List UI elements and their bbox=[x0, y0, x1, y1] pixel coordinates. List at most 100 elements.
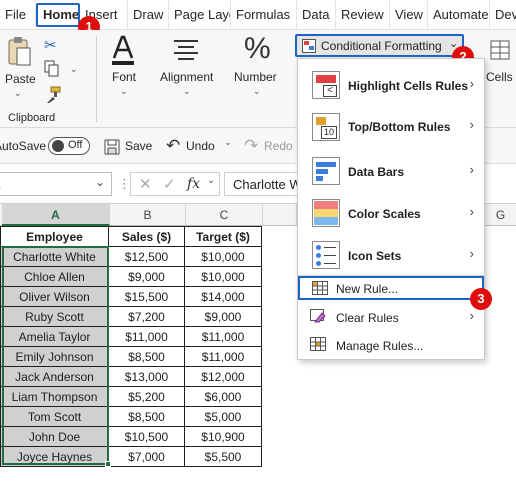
tab-file[interactable]: File bbox=[0, 0, 36, 30]
column-header-d[interactable] bbox=[263, 204, 297, 226]
font-chevron-icon[interactable]: ⌄ bbox=[120, 86, 128, 97]
font-group-button[interactable] bbox=[110, 34, 136, 66]
cell-target[interactable]: $14,000 bbox=[184, 286, 262, 307]
tab-home-label: Home bbox=[43, 7, 80, 22]
redo-icon[interactable]: ↷ bbox=[244, 136, 258, 156]
cell-target[interactable]: $9,000 bbox=[184, 306, 262, 327]
tab-formulas[interactable]: Formulas bbox=[231, 0, 297, 30]
insert-function-icon[interactable]: fx bbox=[187, 176, 200, 192]
cell-target[interactable]: $5,000 bbox=[184, 406, 262, 427]
cell-sales[interactable]: $7,000 bbox=[108, 446, 185, 467]
menu-item-icon-sets[interactable]: Icon Sets › bbox=[298, 237, 484, 273]
tab-automate-label: Automate bbox=[433, 7, 489, 22]
cell-target[interactable]: $10,000 bbox=[184, 246, 262, 267]
cell-employee[interactable]: Ruby Scott bbox=[0, 306, 109, 327]
fx-chevron-icon[interactable]: ⌄ bbox=[207, 175, 215, 186]
cell-sales[interactable]: $10,500 bbox=[108, 426, 185, 447]
menu-item-label: Top/Bottom Rules bbox=[348, 120, 451, 134]
copy-chevron-icon[interactable]: ⌄ bbox=[70, 64, 78, 75]
cell-sales[interactable]: $7,200 bbox=[108, 306, 185, 327]
cell-target[interactable]: $5,500 bbox=[184, 446, 262, 467]
menu-item-color-scales[interactable]: Color Scales › bbox=[298, 195, 484, 231]
cell-sales[interactable]: $13,000 bbox=[108, 366, 185, 387]
paste-button[interactable] bbox=[6, 36, 32, 68]
tab-review[interactable]: Review bbox=[336, 0, 390, 30]
table-row: Charlotte White $12,500 $10,000 bbox=[0, 246, 262, 267]
cell-employee[interactable]: Amelia Taylor bbox=[0, 326, 109, 347]
tab-page-layout[interactable]: Page Layout bbox=[169, 0, 231, 30]
tab-home[interactable]: Home bbox=[36, 3, 80, 27]
tab-draw[interactable]: Draw bbox=[128, 0, 169, 30]
save-label[interactable]: Save bbox=[125, 139, 152, 153]
column-header-c[interactable]: C bbox=[186, 204, 263, 226]
cell-employee[interactable]: Liam Thompson bbox=[0, 386, 109, 407]
formula-input-value: Charlotte White bbox=[233, 177, 303, 192]
cell-sales[interactable]: $8,500 bbox=[108, 346, 185, 367]
header-sales[interactable]: Sales ($) bbox=[108, 226, 185, 247]
number-chevron-icon[interactable]: ⌄ bbox=[253, 86, 261, 97]
cells-group-button[interactable] bbox=[490, 40, 510, 60]
menu-item-label: Highlight Cells Rules bbox=[348, 79, 469, 93]
ribbon-separator bbox=[96, 36, 97, 122]
menu-item-top-bottom-rules[interactable]: 10 Top/Bottom Rules › bbox=[298, 109, 484, 145]
cell-employee[interactable]: Charlotte White bbox=[0, 246, 109, 267]
tab-automate[interactable]: Automate bbox=[428, 0, 490, 30]
cancel-x-icon[interactable]: ✕ bbox=[139, 175, 152, 193]
fill-handle[interactable] bbox=[105, 461, 111, 467]
percent-icon[interactable]: % bbox=[244, 32, 272, 66]
cell-sales[interactable]: $8,500 bbox=[108, 406, 185, 427]
column-header-g[interactable]: G bbox=[485, 204, 516, 226]
column-header-a[interactable]: A bbox=[2, 204, 110, 226]
undo-icon[interactable]: ↶ bbox=[166, 136, 180, 156]
cell-sales[interactable]: $9,000 bbox=[108, 266, 185, 287]
cell-employee[interactable]: Emily Johnson bbox=[0, 346, 109, 367]
formula-input[interactable]: Charlotte White bbox=[224, 172, 304, 196]
tab-developer[interactable]: Dev bbox=[490, 0, 516, 30]
scissors-icon[interactable]: ✂ bbox=[44, 36, 60, 54]
cell-target[interactable]: $12,000 bbox=[184, 366, 262, 387]
undo-label[interactable]: Undo bbox=[186, 139, 215, 153]
cell-target[interactable]: $10,900 bbox=[184, 426, 262, 447]
cell-employee[interactable]: Chloe Allen bbox=[0, 266, 109, 287]
cell-sales[interactable]: $5,200 bbox=[108, 386, 185, 407]
cell-employee[interactable]: Oliver Wilson bbox=[0, 286, 109, 307]
cell-target[interactable]: $10,000 bbox=[184, 266, 262, 287]
cell-target[interactable]: $11,000 bbox=[184, 326, 262, 347]
header-employee[interactable]: Employee bbox=[0, 226, 109, 247]
cell-sales[interactable]: $15,500 bbox=[108, 286, 185, 307]
menu-item-manage-rules[interactable]: Manage Rules... bbox=[298, 333, 484, 357]
cell-employee[interactable]: Tom Scott bbox=[0, 406, 109, 427]
confirm-check-icon[interactable]: ✓ bbox=[163, 175, 176, 193]
menu-item-highlight-cells-rules[interactable]: < Highlight Cells Rules › bbox=[298, 67, 484, 103]
redo-label[interactable]: Redo bbox=[264, 139, 293, 153]
brush-icon[interactable] bbox=[44, 86, 62, 104]
cell-sales[interactable]: $12,500 bbox=[108, 246, 185, 267]
name-box-chevron-icon[interactable]: ⌄ bbox=[95, 175, 105, 189]
conditional-formatting-button[interactable]: Conditional Formatting ⌄ bbox=[295, 34, 464, 57]
cell-employee[interactable]: Jack Anderson bbox=[0, 366, 109, 387]
tab-formulas-label: Formulas bbox=[236, 7, 291, 22]
header-target[interactable]: Target ($) bbox=[184, 226, 262, 247]
cell-target[interactable]: $6,000 bbox=[184, 386, 262, 407]
undo-chevron-icon[interactable]: ⌄ bbox=[224, 137, 232, 148]
name-box[interactable]: A2 ⌄ bbox=[0, 172, 112, 196]
cell-target[interactable]: $11,000 bbox=[184, 346, 262, 367]
menu-item-clear-rules[interactable]: Clear Rules › bbox=[298, 305, 484, 329]
paste-icon bbox=[8, 37, 31, 66]
cell-sales[interactable]: $11,000 bbox=[108, 326, 185, 347]
paste-chevron-icon[interactable]: ⌄ bbox=[14, 88, 22, 99]
menu-item-data-bars[interactable]: Data Bars › bbox=[298, 153, 484, 189]
cell-employee[interactable]: Joyce Haynes bbox=[0, 446, 109, 467]
alignment-chevron-icon[interactable]: ⌄ bbox=[183, 86, 191, 97]
column-header-b[interactable]: B bbox=[110, 204, 186, 226]
autosave-toggle[interactable]: Off bbox=[48, 137, 90, 155]
cell-employee[interactable]: John Doe bbox=[0, 426, 109, 447]
save-icon[interactable] bbox=[104, 139, 120, 155]
alignment-group-button[interactable] bbox=[172, 38, 200, 64]
copy-icon[interactable] bbox=[44, 60, 60, 78]
table-row: Liam Thompson $5,200 $6,000 bbox=[0, 386, 262, 407]
tab-view[interactable]: View bbox=[390, 0, 428, 30]
menu-item-new-rule[interactable]: New Rule... bbox=[298, 276, 484, 300]
tab-data[interactable]: Data bbox=[297, 0, 336, 30]
tab-draw-label: Draw bbox=[133, 7, 164, 22]
